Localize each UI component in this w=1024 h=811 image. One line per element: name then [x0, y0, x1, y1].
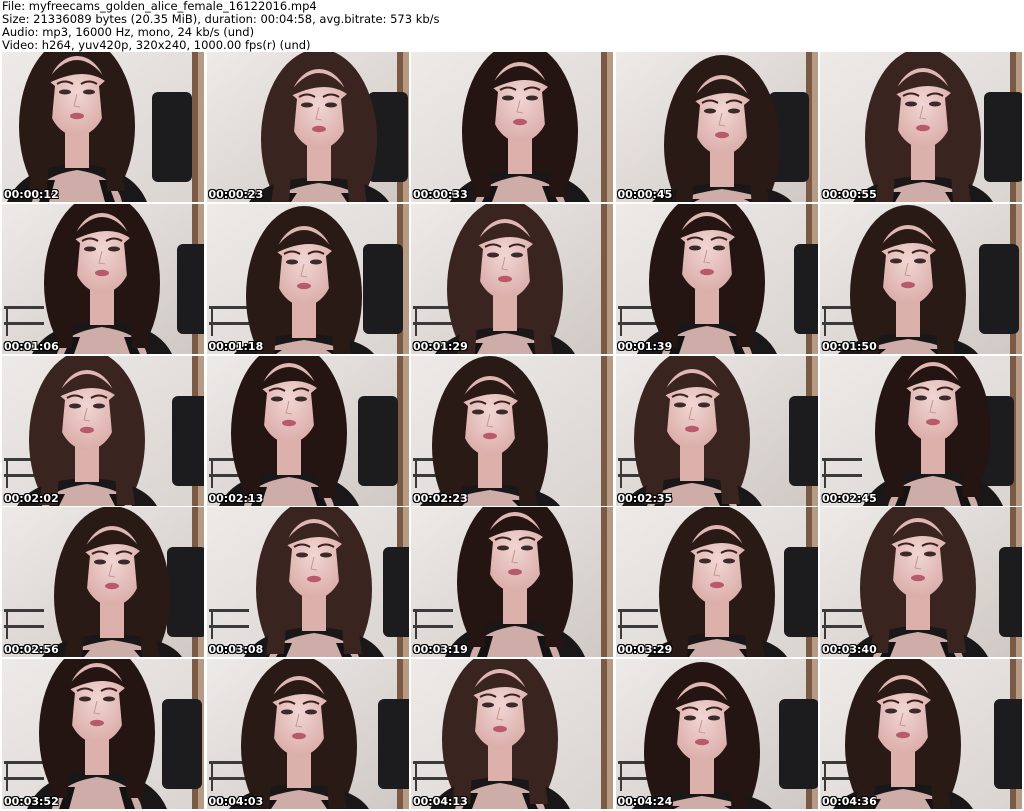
frame-timestamp: 00:01:06 [4, 339, 59, 353]
video-frame-thumbnail: 00:01:06 [2, 203, 204, 354]
frame-image [411, 355, 613, 506]
frame-image [411, 659, 613, 809]
frame-image [2, 52, 204, 202]
frame-timestamp: 00:04:24 [617, 795, 673, 808]
frame-timestamp: 00:03:40 [822, 643, 877, 657]
frame-timestamp: 00:02:56 [4, 643, 59, 657]
frame-timestamp: 00:02:13 [208, 491, 264, 505]
frame-image [615, 355, 818, 506]
video-frame-thumbnail: 00:02:35 [615, 355, 818, 506]
frame-timestamp: 00:00:23 [208, 188, 264, 201]
frame-timestamp: 00:04:03 [208, 795, 264, 808]
frame-timestamp: 00:02:23 [413, 491, 468, 505]
thumbnail-grid: 00:00:12 00:00:23 00:00:33 00:00:45 00:00:55… [2, 52, 1022, 809]
video-frame-thumbnail: 00:01:29 [411, 203, 613, 354]
video-frame-thumbnail: 00:04:13 [411, 659, 613, 809]
frame-image [820, 203, 1022, 354]
video-frame-thumbnail: 00:04:24 [615, 659, 818, 809]
frame-timestamp: 00:04:36 [822, 795, 877, 808]
video-frame-thumbnail: 00:02:13 [206, 355, 409, 506]
video-frame-thumbnail: 00:03:29 [615, 507, 818, 658]
video-frame-thumbnail: 00:03:19 [411, 507, 613, 658]
frame-timestamp: 00:02:02 [4, 491, 59, 505]
frame-image [615, 659, 818, 809]
frame-timestamp: 00:03:08 [208, 643, 264, 657]
frame-image [820, 52, 1022, 202]
frame-timestamp: 00:00:55 [822, 188, 877, 201]
frame-image [820, 507, 1022, 658]
frame-timestamp: 00:03:29 [617, 643, 673, 657]
video-frame-thumbnail: 00:02:45 [820, 355, 1022, 506]
frame-image [615, 203, 818, 354]
frame-timestamp: 00:04:13 [413, 795, 468, 808]
frame-image [411, 507, 613, 658]
video-info-line: Video: h264, yuv420p, 320x240, 1000.00 f… [2, 38, 311, 52]
video-frame-thumbnail: 00:00:45 [615, 52, 818, 202]
frame-timestamp: 00:02:45 [822, 491, 877, 505]
frame-image [2, 203, 204, 354]
video-frame-thumbnail: 00:02:23 [411, 355, 613, 506]
video-frame-thumbnail: 00:00:33 [411, 52, 613, 202]
video-frame-thumbnail: 00:02:56 [2, 507, 204, 658]
frame-image [2, 355, 204, 506]
video-frame-thumbnail: 00:00:55 [820, 52, 1022, 202]
frame-timestamp: 00:01:18 [208, 339, 264, 353]
frame-image [206, 203, 409, 354]
frame-timestamp: 00:00:12 [4, 188, 59, 201]
video-frame-thumbnail: 00:01:18 [206, 203, 409, 354]
frame-image [820, 659, 1022, 809]
video-frame-thumbnail: 00:02:02 [2, 355, 204, 506]
frame-image [206, 52, 409, 202]
frame-timestamp: 00:02:35 [617, 491, 673, 505]
video-frame-thumbnail: 00:04:36 [820, 659, 1022, 809]
frame-timestamp: 00:01:29 [413, 339, 468, 353]
frame-image [411, 203, 613, 354]
video-frame-thumbnail: 00:04:03 [206, 659, 409, 809]
video-frame-thumbnail: 00:03:40 [820, 507, 1022, 658]
video-frame-thumbnail: 00:03:52 [2, 659, 204, 809]
frame-image [615, 507, 818, 658]
video-frame-thumbnail: 00:00:12 [2, 52, 204, 202]
frame-timestamp: 00:03:52 [4, 795, 59, 808]
frame-image [820, 355, 1022, 506]
video-frame-thumbnail: 00:01:50 [820, 203, 1022, 354]
video-frame-thumbnail: 00:01:39 [615, 203, 818, 354]
video-frame-thumbnail: 00:00:23 [206, 52, 409, 202]
frame-timestamp: 00:01:39 [617, 339, 673, 353]
frame-image [411, 52, 613, 202]
frame-image [2, 507, 204, 658]
frame-image [2, 659, 204, 809]
frame-timestamp: 00:01:50 [822, 339, 877, 353]
frame-timestamp: 00:00:33 [413, 188, 468, 201]
frame-image [206, 507, 409, 658]
frame-timestamp: 00:00:45 [617, 188, 673, 201]
file-info-header: File: myfreecams_golden_alice_female_161… [2, 0, 1022, 52]
frame-timestamp: 00:03:19 [413, 643, 468, 657]
frame-image [206, 355, 409, 506]
frame-image [206, 659, 409, 809]
frame-image [615, 52, 818, 202]
video-frame-thumbnail: 00:03:08 [206, 507, 409, 658]
